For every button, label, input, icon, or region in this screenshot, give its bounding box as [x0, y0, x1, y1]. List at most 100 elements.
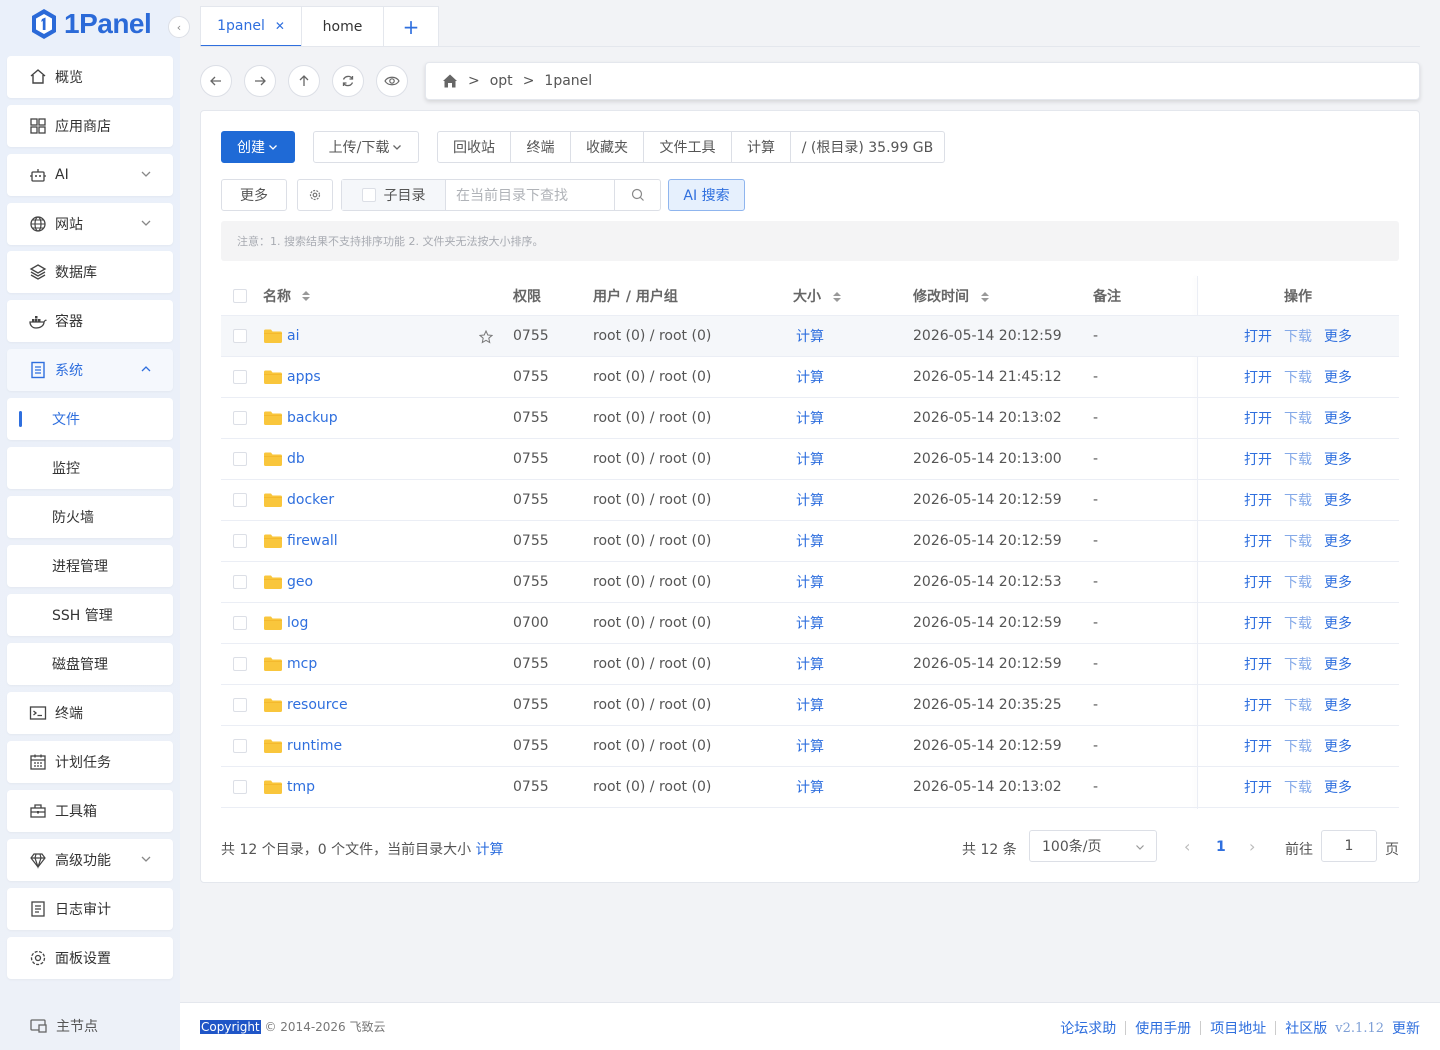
- row-checkbox[interactable]: [233, 698, 247, 712]
- row-checkbox[interactable]: [233, 657, 247, 671]
- logo[interactable]: 1Panel: [30, 6, 152, 42]
- calculate-size-link[interactable]: 计算: [796, 575, 824, 591]
- sidebar-item-10[interactable]: 进程管理: [7, 545, 173, 587]
- download-link[interactable]: 下载: [1284, 531, 1312, 551]
- download-link[interactable]: 下载: [1284, 695, 1312, 715]
- download-link[interactable]: 下载: [1284, 736, 1312, 756]
- more-link[interactable]: 更多: [1324, 736, 1352, 756]
- open-link[interactable]: 打开: [1244, 777, 1272, 797]
- calculate-size-link[interactable]: 计算: [476, 842, 504, 858]
- open-link[interactable]: 打开: [1244, 326, 1272, 346]
- more-button[interactable]: 更多: [221, 179, 287, 211]
- calculate-size-link[interactable]: 计算: [796, 657, 824, 673]
- terminal-button[interactable]: 终端: [511, 132, 571, 162]
- refresh-button[interactable]: [332, 65, 364, 97]
- sidebar-item-3[interactable]: 网站: [7, 203, 173, 245]
- ai-search-button[interactable]: AI 搜索: [668, 179, 745, 211]
- update-link[interactable]: 更新: [1392, 1018, 1420, 1038]
- download-link[interactable]: 下载: [1284, 777, 1312, 797]
- page-number-current[interactable]: 1: [1216, 839, 1226, 855]
- file-name-link[interactable]: geo: [287, 574, 313, 590]
- project-link[interactable]: 项目地址: [1210, 1018, 1266, 1038]
- calculate-size-link[interactable]: 计算: [796, 370, 824, 386]
- tab-home[interactable]: home: [301, 6, 384, 47]
- sidebar-item-12[interactable]: 磁盘管理: [7, 643, 173, 685]
- subdir-toggle[interactable]: 子目录: [342, 180, 446, 210]
- close-icon[interactable]: ✕: [275, 19, 285, 33]
- file-name-link[interactable]: backup: [287, 410, 338, 426]
- sidebar-item-18[interactable]: 面板设置: [7, 937, 173, 979]
- sidebar-item-15[interactable]: 工具箱: [7, 790, 173, 832]
- table-row[interactable]: mcp 0755 root (0) / root (0) 计算 2026-05-14 2…: [221, 644, 1399, 685]
- more-link[interactable]: 更多: [1324, 490, 1352, 510]
- upload-download-button[interactable]: 上传/下载: [313, 131, 419, 163]
- home-icon[interactable]: [442, 73, 458, 89]
- more-link[interactable]: 更多: [1324, 408, 1352, 428]
- row-checkbox[interactable]: [233, 780, 247, 794]
- page-size-select[interactable]: 100条/页: [1029, 830, 1157, 862]
- more-link[interactable]: 更多: [1324, 613, 1352, 633]
- sidebar-item-11[interactable]: SSH 管理: [7, 594, 173, 636]
- row-checkbox[interactable]: [233, 370, 247, 384]
- tab-1panel[interactable]: 1panel ✕: [200, 6, 302, 47]
- file-name-link[interactable]: ai: [287, 328, 299, 344]
- calculate-button[interactable]: 计算: [732, 132, 791, 162]
- file-tools-button[interactable]: 文件工具: [644, 132, 732, 162]
- file-name-link[interactable]: resource: [287, 697, 348, 713]
- table-row[interactable]: tmp 0755 root (0) / root (0) 计算 2026-05-14 2…: [221, 767, 1399, 808]
- row-checkbox[interactable]: [233, 411, 247, 425]
- table-row[interactable]: log 0700 root (0) / root (0) 计算 2026-05-14 2…: [221, 603, 1399, 644]
- file-name-link[interactable]: tmp: [287, 779, 315, 795]
- row-checkbox[interactable]: [233, 452, 247, 466]
- sidebar-item-8[interactable]: 监控: [7, 447, 173, 489]
- table-row[interactable]: db 0755 root (0) / root (0) 计算 2026-05-14 20…: [221, 439, 1399, 480]
- table-row[interactable]: geo 0755 root (0) / root (0) 计算 2026-05-14 2…: [221, 562, 1399, 603]
- create-button[interactable]: 创建: [221, 131, 295, 163]
- row-checkbox[interactable]: [233, 493, 247, 507]
- header-time[interactable]: 修改时间: [913, 286, 1093, 306]
- file-name-link[interactable]: apps: [287, 369, 321, 385]
- sidebar-item-16[interactable]: 高级功能: [7, 839, 173, 881]
- star-icon[interactable]: [478, 329, 494, 348]
- sidebar-item-2[interactable]: AI: [7, 154, 173, 196]
- more-link[interactable]: 更多: [1324, 326, 1352, 346]
- header-name[interactable]: 名称: [263, 286, 513, 306]
- row-checkbox[interactable]: [233, 739, 247, 753]
- row-checkbox[interactable]: [233, 534, 247, 548]
- search-input[interactable]: 在当前目录下查找: [446, 180, 615, 210]
- breadcrumb-item-1panel[interactable]: 1panel: [544, 73, 592, 89]
- sidebar-item-6[interactable]: 系统: [7, 349, 173, 391]
- table-row[interactable]: backup 0755 root (0) / root (0) 计算 2026-05-1…: [221, 398, 1399, 439]
- open-link[interactable]: 打开: [1244, 367, 1272, 387]
- open-link[interactable]: 打开: [1244, 531, 1272, 551]
- sidebar-item-9[interactable]: 防火墙: [7, 496, 173, 538]
- sidebar-item-1[interactable]: 应用商店: [7, 105, 173, 147]
- sidebar-item-17[interactable]: 日志审计: [7, 888, 173, 930]
- download-link[interactable]: 下载: [1284, 408, 1312, 428]
- open-link[interactable]: 打开: [1244, 613, 1272, 633]
- back-button[interactable]: [200, 65, 232, 97]
- open-link[interactable]: 打开: [1244, 654, 1272, 674]
- row-checkbox[interactable]: [233, 575, 247, 589]
- favorites-button[interactable]: 收藏夹: [571, 132, 644, 162]
- more-link[interactable]: 更多: [1324, 367, 1352, 387]
- main-node[interactable]: 主节点: [30, 1016, 98, 1036]
- table-row[interactable]: apps 0755 root (0) / root (0) 计算 2026-05-14 …: [221, 357, 1399, 398]
- table-row[interactable]: ai 0755 root (0) / root (0) 计算 2026-05-14 20…: [221, 316, 1399, 357]
- search-button[interactable]: [615, 180, 660, 210]
- calculate-size-link[interactable]: 计算: [796, 411, 824, 427]
- download-link[interactable]: 下载: [1284, 449, 1312, 469]
- recycle-bin-button[interactable]: 回收站: [438, 132, 511, 162]
- collapse-sidebar-button[interactable]: ‹: [168, 16, 190, 38]
- sidebar-item-5[interactable]: 容器: [7, 300, 173, 342]
- add-tab-button[interactable]: +: [383, 6, 439, 47]
- sidebar-item-4[interactable]: 数据库: [7, 251, 173, 293]
- manual-link[interactable]: 使用手册: [1135, 1018, 1191, 1038]
- table-row[interactable]: firewall 0755 root (0) / root (0) 计算 2026-05…: [221, 521, 1399, 562]
- header-size[interactable]: 大小: [793, 286, 913, 306]
- subdir-checkbox[interactable]: [361, 188, 376, 202]
- forward-button[interactable]: [244, 65, 276, 97]
- row-checkbox[interactable]: [233, 329, 247, 343]
- root-disk-usage-button[interactable]: / (根目录) 35.99 GB: [791, 132, 944, 162]
- sidebar-item-14[interactable]: 计划任务: [7, 741, 173, 783]
